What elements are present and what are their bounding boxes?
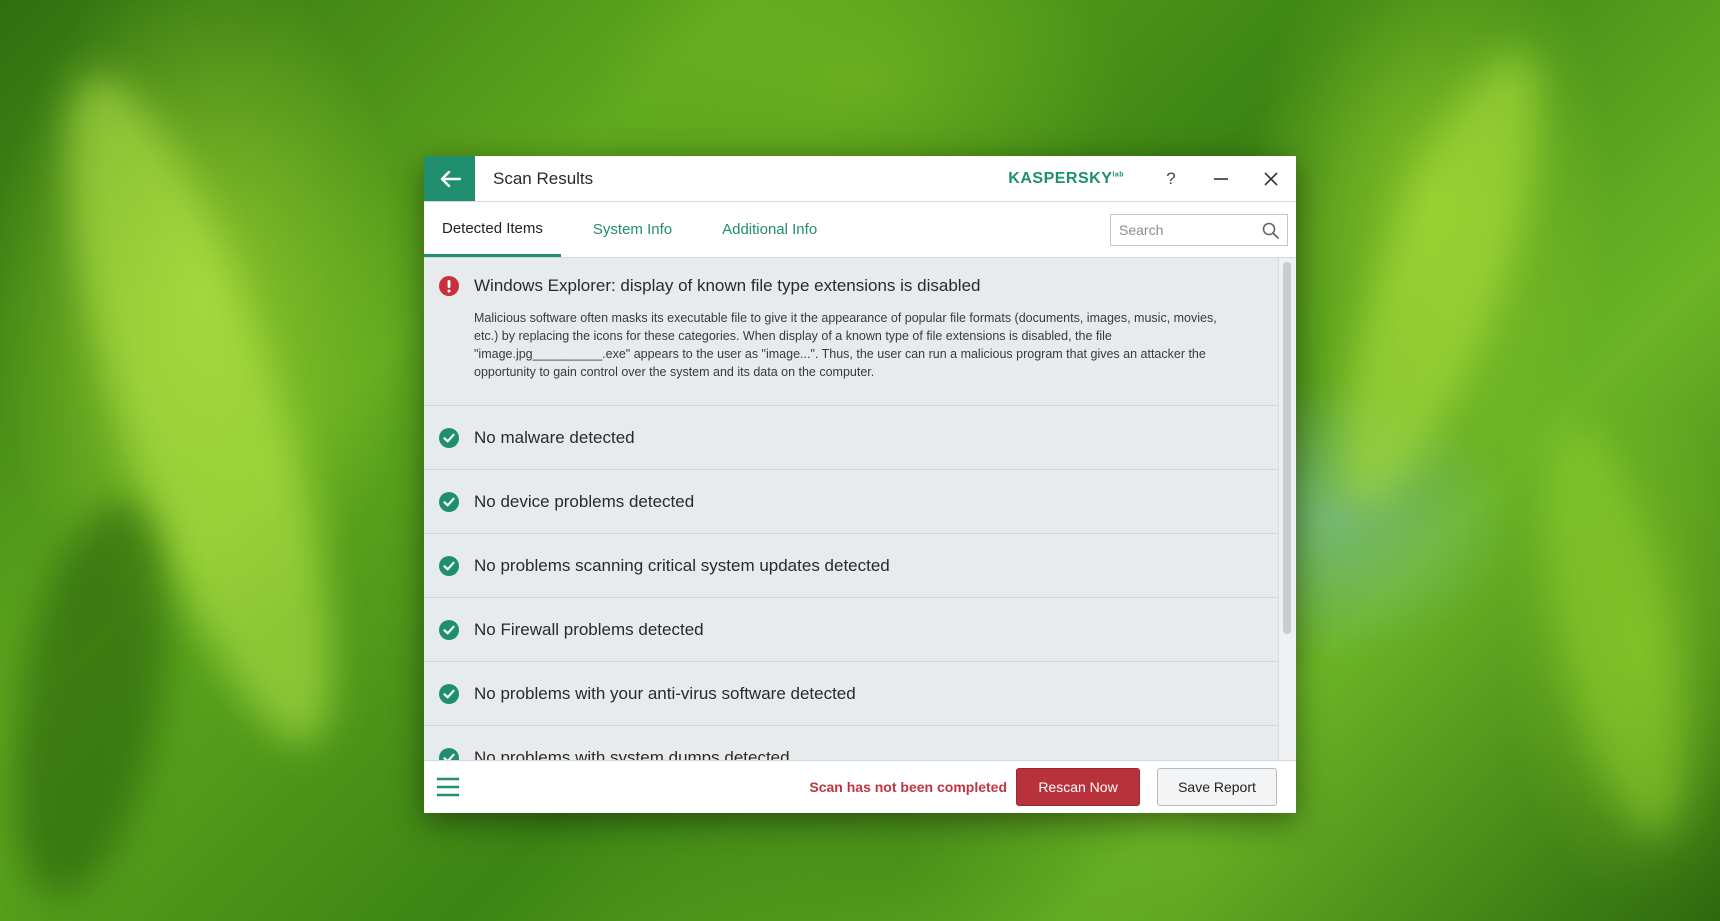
back-button[interactable] (424, 156, 475, 201)
tab-system-info[interactable]: System Info (575, 202, 690, 257)
item-title: No device problems detected (474, 491, 695, 511)
results-area: Windows Explorer: display of known file … (424, 258, 1296, 760)
scan-results-window: Scan Results KASPERSKYlab ? Detected Ite… (424, 156, 1296, 813)
help-icon: ? (1166, 168, 1176, 188)
close-icon (1264, 171, 1278, 186)
wallpaper-streak (1301, 33, 1579, 527)
tab-additional-info[interactable]: Additional Info (704, 202, 835, 257)
item-title: No problems with system dumps detected (474, 747, 790, 761)
close-button[interactable] (1246, 156, 1296, 201)
help-button[interactable]: ? (1146, 156, 1196, 201)
menu-button[interactable] (434, 773, 462, 801)
check-circle-icon (439, 683, 459, 704)
search-input[interactable] (1117, 221, 1261, 239)
item-description: Malicious software often masks its execu… (474, 311, 1217, 379)
minimize-icon (1214, 177, 1228, 180)
item-title: No problems scanning critical system upd… (474, 555, 890, 575)
list-item[interactable]: No device problems detected (424, 470, 1279, 534)
hamburger-menu-icon (437, 777, 459, 797)
item-title: No problems with your anti-virus softwar… (474, 683, 856, 703)
item-title: No Firewall problems detected (474, 619, 704, 639)
check-circle-icon (439, 427, 459, 448)
exclamation-circle-icon (439, 276, 459, 296)
wallpaper-streak (1517, 413, 1713, 847)
scan-status-text: Scan has not been completed (809, 779, 1007, 795)
check-circle-icon (439, 555, 459, 576)
arrow-left-icon (440, 170, 461, 187)
tab-detected-items[interactable]: Detected Items (424, 202, 561, 257)
list-item[interactable]: No problems with system dumps detected (424, 726, 1279, 760)
brand-sup: lab (1112, 171, 1124, 179)
scroll-thumb[interactable] (1283, 262, 1291, 634)
list-item[interactable]: No problems with your anti-virus softwar… (424, 662, 1279, 726)
check-circle-icon (439, 747, 459, 760)
wallpaper-streak (0, 490, 194, 910)
scrollbar[interactable] (1278, 258, 1296, 760)
minimize-button[interactable] (1196, 156, 1246, 201)
save-report-button[interactable]: Save Report (1157, 768, 1277, 806)
results-list: Windows Explorer: display of known file … (424, 258, 1279, 760)
brand-name: KASPERSKY (1008, 169, 1113, 187)
list-item[interactable]: No Firewall problems detected (424, 598, 1279, 662)
window-title: Scan Results (493, 168, 594, 188)
footer-bar: Scan has not been completed Rescan Now S… (424, 760, 1296, 813)
rescan-now-button[interactable]: Rescan Now (1016, 768, 1140, 806)
kaspersky-logo: KASPERSKYlab (1008, 170, 1124, 188)
check-circle-icon (439, 619, 459, 640)
check-circle-icon (439, 491, 459, 512)
search-box (1110, 214, 1288, 246)
tab-bar: Detected Items System Info Additional In… (424, 202, 1296, 258)
list-item[interactable]: No malware detected (424, 406, 1279, 470)
list-item[interactable]: Windows Explorer: display of known file … (424, 258, 1279, 406)
list-item[interactable]: No problems scanning critical system upd… (424, 534, 1279, 598)
item-title: Windows Explorer: display of known file … (474, 276, 981, 295)
search-icon[interactable] (1262, 222, 1279, 239)
title-bar: Scan Results KASPERSKYlab ? (424, 156, 1296, 202)
item-title: No malware detected (474, 427, 635, 447)
